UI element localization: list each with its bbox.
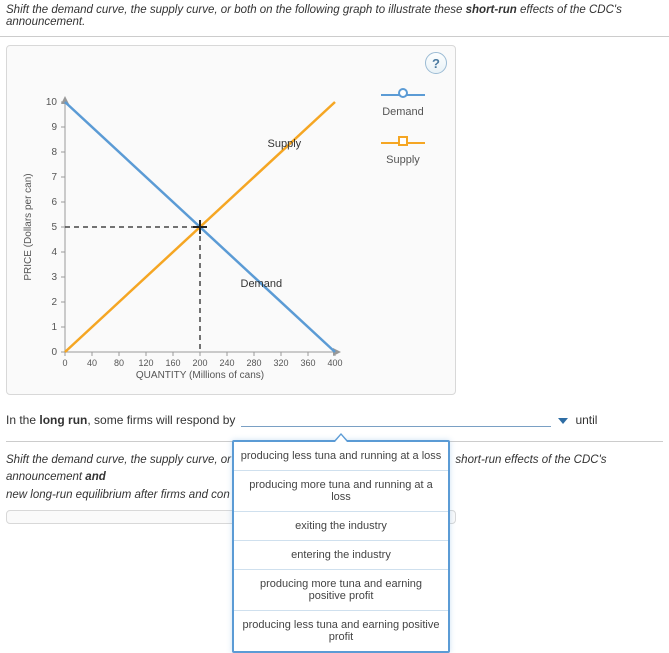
svg-text:80: 80: [114, 358, 124, 368]
svg-text:280: 280: [246, 358, 261, 368]
svg-text:3: 3: [51, 272, 57, 283]
dropdown-option[interactable]: producing more tuna and running at a los…: [234, 471, 448, 512]
dropdown-pointer-icon: [333, 433, 349, 442]
instruction-text: Shift the demand curve, the supply curve…: [0, 0, 669, 37]
help-icon: ?: [432, 56, 440, 71]
svg-text:0: 0: [62, 358, 67, 368]
svg-text:320: 320: [273, 358, 288, 368]
svg-text:360: 360: [300, 358, 315, 368]
chart-svg[interactable]: 0 1 2 3 4 5 6 7 8 9 10 0 40 80 120 160 200 240 280 320 360 4…: [15, 82, 355, 382]
sentence-mid: , some firms will respond by: [87, 413, 235, 427]
label-supply: Supply: [268, 138, 302, 150]
svg-text:8: 8: [51, 147, 57, 158]
legend-label-demand: Demand: [382, 106, 424, 118]
sentence-bold: long run: [39, 413, 87, 427]
svg-text:9: 9: [51, 122, 57, 133]
legend-item-demand[interactable]: Demand: [373, 88, 433, 118]
graph-card: ? 0 1 2 3 4 5 6 7 8 9 10 0 40 80 120 160 200 240 280 320 36…: [6, 45, 456, 395]
legend: Demand Supply: [373, 88, 433, 184]
y-axis-label: PRICE (Dollars per can): [23, 173, 34, 280]
dropdown-option[interactable]: producing more tuna and earning positive…: [234, 570, 448, 611]
x-axis-label: QUANTITY (Millions of cans): [136, 370, 264, 381]
label-demand: Demand: [241, 278, 283, 290]
cut-line2: new long-run equilibrium after firms and…: [6, 489, 230, 501]
svg-text:4: 4: [51, 247, 57, 258]
plot-area: 0 1 2 3 4 5 6 7 8 9 10 0 40 80 120 160 200 240 280 320 360 4…: [15, 82, 447, 382]
fill-sentence: In the long run, some firms will respond…: [6, 413, 663, 427]
dropdown-toggle-icon[interactable]: [558, 418, 568, 424]
svg-text:5: 5: [51, 222, 57, 233]
dropdown-option[interactable]: producing less tuna and earning positive…: [234, 611, 448, 651]
dropdown-menu: producing less tuna and running at a los…: [232, 440, 450, 653]
sentence-pre: In the: [6, 413, 39, 427]
answer-blank[interactable]: [241, 413, 551, 427]
svg-text:120: 120: [138, 358, 153, 368]
svg-text:1: 1: [51, 322, 57, 333]
svg-text:0: 0: [51, 347, 57, 358]
dropdown-option[interactable]: producing less tuna and running at a los…: [234, 442, 448, 471]
svg-text:160: 160: [165, 358, 180, 368]
svg-text:7: 7: [51, 172, 57, 183]
svg-text:6: 6: [51, 197, 57, 208]
svg-text:400: 400: [327, 358, 342, 368]
svg-text:2: 2: [51, 297, 57, 308]
help-button[interactable]: ?: [425, 52, 447, 74]
instruction-pre: Shift the demand curve, the supply curve…: [6, 4, 466, 16]
cut-line1-pre: Shift the demand curve, the supply curve…: [6, 454, 231, 466]
sentence-after: until: [575, 413, 597, 427]
svg-text:200: 200: [192, 358, 207, 368]
instruction-bold: short-run: [466, 4, 517, 16]
dropdown-option[interactable]: exiting the industry: [234, 512, 448, 541]
legend-item-supply[interactable]: Supply: [373, 136, 433, 166]
legend-label-supply: Supply: [386, 154, 420, 166]
dropdown-option[interactable]: entering the industry: [234, 541, 448, 570]
svg-text:240: 240: [219, 358, 234, 368]
cut-line1-post-bold: and: [85, 471, 105, 483]
svg-text:40: 40: [87, 358, 97, 368]
svg-text:10: 10: [46, 97, 58, 108]
